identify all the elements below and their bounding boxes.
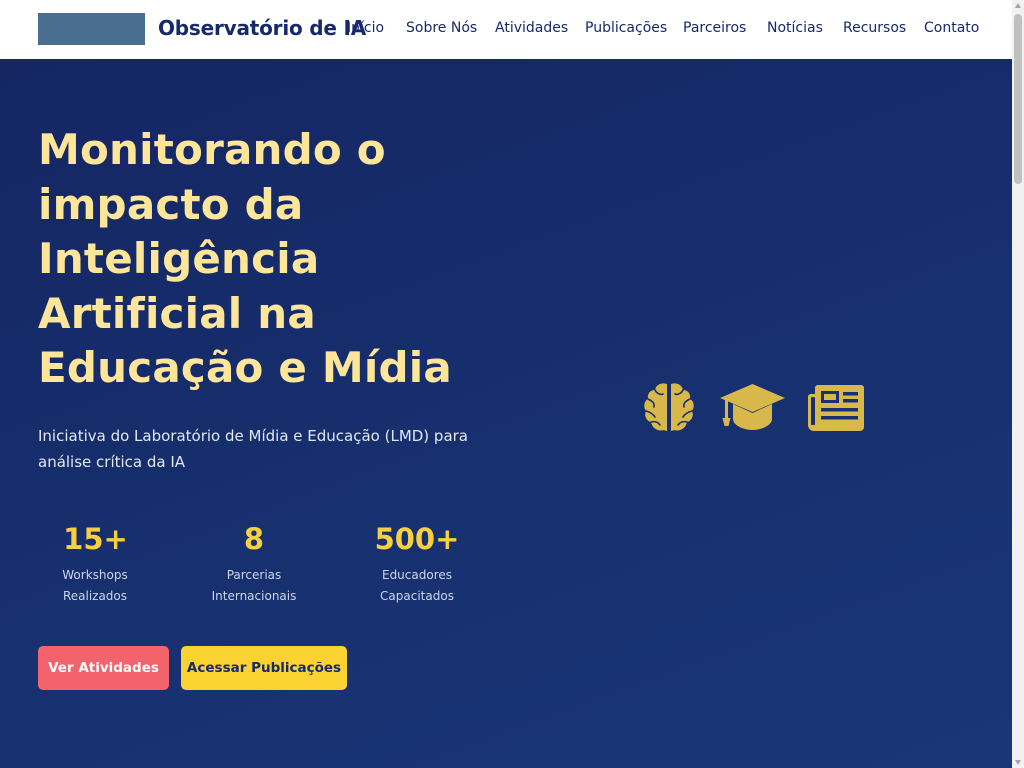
acessar-publicacoes-button[interactable]: Acessar Publicações (181, 646, 347, 690)
nav-link-contato[interactable]: Contato (924, 20, 979, 36)
nav-link-atividades[interactable]: Atividades (495, 20, 568, 36)
scrollbar-thumb[interactable] (1014, 14, 1022, 184)
stat-label: Parcerias Internacionais (211, 568, 297, 603)
page-scrollbar[interactable] (1012, 0, 1024, 768)
scroll-down-icon[interactable] (1015, 760, 1021, 765)
stat-label: Educadores Capacitados (380, 568, 454, 603)
ver-atividades-button[interactable]: Ver Atividades (38, 646, 169, 690)
stat-value: 500+ (374, 522, 460, 556)
site-title[interactable]: Observatório de IA (158, 16, 366, 40)
stat-parcerias: 8 Parcerias Internacionais (196, 519, 312, 606)
hero-title: Monitorando o impacto da Inteligência Ar… (38, 125, 452, 392)
nav-link-recursos[interactable]: Recursos (843, 20, 906, 36)
hero-subtitle: Iniciativa do Laboratório de Mídia e Edu… (38, 427, 468, 471)
stat-educadores: 500+ Educadores Capacitados (366, 519, 468, 606)
scroll-up-icon[interactable] (1015, 3, 1021, 8)
nav-link-inicio[interactable]: Início (347, 20, 384, 36)
brain-icon (644, 383, 694, 431)
nav-link-parceiros[interactable]: Parceiros (683, 20, 746, 36)
stat-label: Workshops Realizados (62, 568, 128, 603)
nav-link-noticias[interactable]: Notícias (767, 20, 823, 36)
site-header: Observatório de IA Início Sobre Nós Ativ… (0, 0, 1012, 59)
stat-value: 8 (243, 522, 265, 556)
stat-workshops: 15+ Workshops Realizados (38, 519, 153, 606)
graduation-cap-icon (720, 384, 785, 430)
newspaper-icon (808, 385, 864, 431)
stat-value: 15+ (63, 522, 128, 556)
nav-link-sobre-nos[interactable]: Sobre Nós (406, 20, 477, 36)
site-logo[interactable] (38, 13, 145, 45)
hero-section: Monitorando o impacto da Inteligência Ar… (0, 59, 1012, 768)
nav-link-publicacoes[interactable]: Publicações (585, 20, 667, 36)
